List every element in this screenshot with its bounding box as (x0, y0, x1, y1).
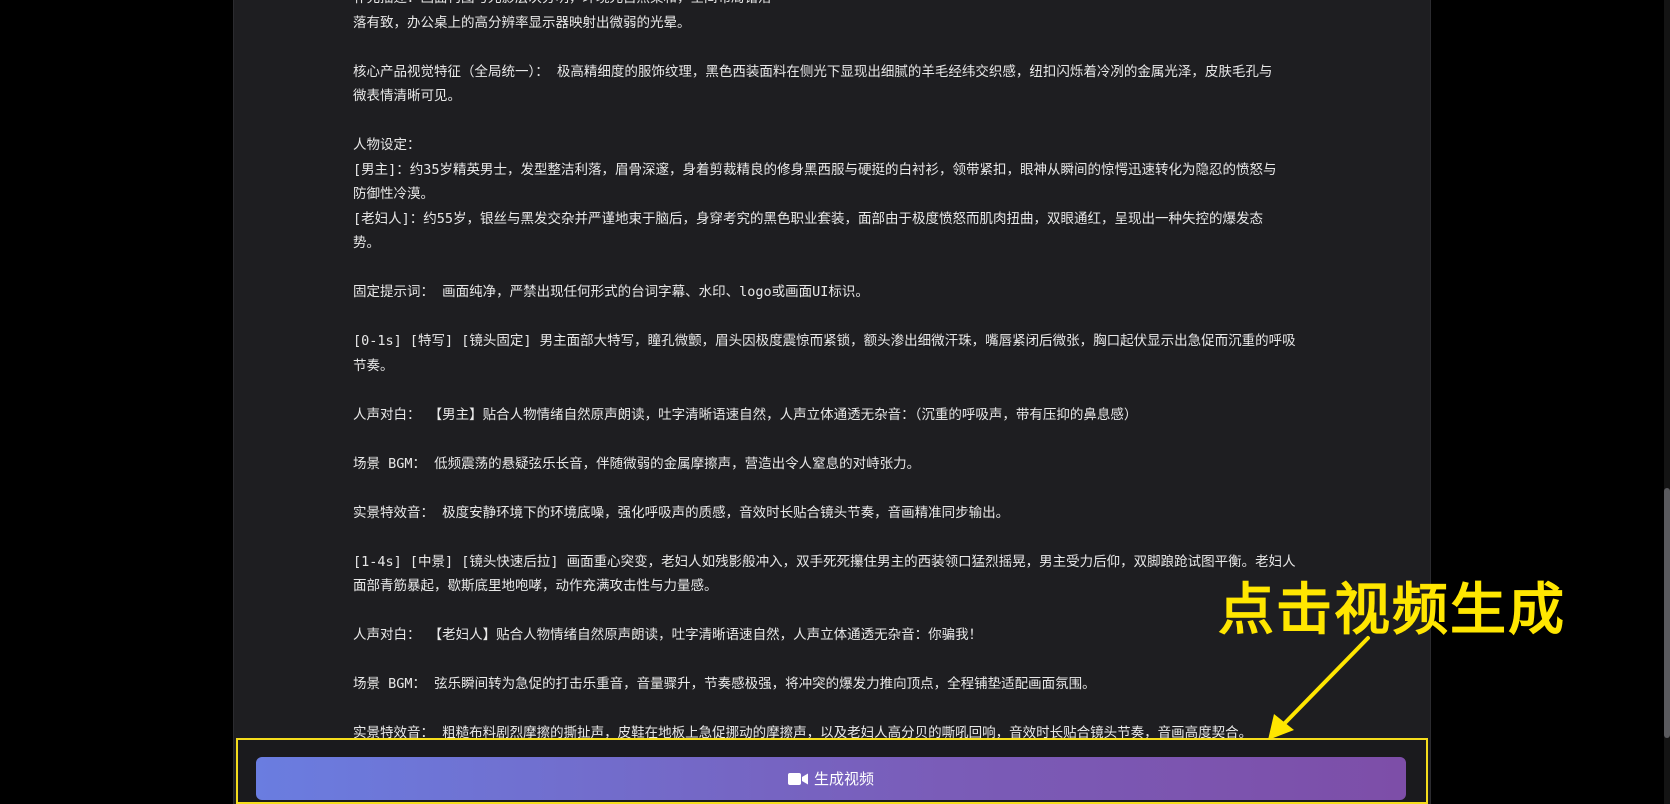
script-text-area: 补充描述：画面构图与光影层次分明，环境光自然柔和，空间布局错落落有致，办公桌上的… (353, 0, 1353, 770)
script-paragraph: 补充描述：画面构图与光影层次分明，环境光自然柔和，空间布局错落落有致，办公桌上的… (353, 0, 1353, 35)
video-camera-icon (787, 772, 808, 786)
script-line: 固定提示词： 画面纯净，严禁出现任何形式的台词字幕、水印、logo或画面UI标识… (353, 284, 869, 300)
script-line: [老妇人]：约55岁，银丝与黑发交杂并严谨地束于脑后，身穿考究的黑色职业套装，面… (353, 210, 1264, 227)
script-line: 面部青筋暴起，歇斯底里地咆哮，动作充满攻击性与力量感。 (353, 578, 718, 594)
annotation-arrow-icon (1268, 636, 1370, 740)
script-line: 场景 BGM： 弦乐瞬间转为急促的打击乐重音，音量骤升，节奏感极强，将冲突的爆发… (353, 676, 1096, 692)
script-line: 势。 (353, 235, 380, 251)
script-paragraph: 人声对白： 【男主】贴合人物情绪自然原声朗读，吐字清晰语速自然，人声立体通透无杂… (353, 403, 1353, 428)
script-line: 实景特效音： 极度安静环境下的环境底噪，强化呼吸声的质感，音效时长贴合镜头节奏，… (353, 504, 1010, 521)
script-paragraph: [0-1s] [特写] [镜头固定] 男主面部大特写，瞳孔微颤，眉头因极度震惊而… (353, 329, 1353, 378)
script-line: 落有致，办公桌上的高分辨率显示器映射出微弱的光晕。 (353, 14, 691, 31)
script-paragraph: 核心产品视觉特征（全局统一）： 极高精细度的服饰纹理，黑色西装面料在侧光下显现出… (353, 60, 1353, 109)
script-line: [1-4s] [中景] [镜头快速后拉] 画面重心突变，老妇人如残影般冲入，双手… (353, 553, 1296, 570)
script-line: 补充描述：画面构图与光影层次分明，环境光自然柔和，空间布局错落 (353, 0, 1353, 11)
script-paragraph: 人声对白： 【老妇人】贴合人物情绪自然原声朗读，吐字清晰语速自然，人声立体通透无… (353, 623, 1353, 648)
script-paragraph: 实景特效音： 极度安静环境下的环境底噪，强化呼吸声的质感，音效时长贴合镜头节奏，… (353, 501, 1353, 526)
script-line: 微表情清晰可见。 (353, 88, 461, 104)
generate-video-label: 生成视频 (813, 770, 874, 788)
page: 补充描述：画面构图与光影层次分明，环境光自然柔和，空间布局错落落有致，办公桌上的… (0, 0, 1670, 804)
script-paragraph: 人物设定： [男主]：约35岁精英男士，发型整洁利落，眉骨深邃，身着剪裁精良的修身… (353, 133, 1353, 256)
script-paragraph: [1-4s] [中景] [镜头快速后拉] 画面重心突变，老妇人如残影般冲入，双手… (353, 550, 1353, 599)
script-line: 人声对白： 【男主】贴合人物情绪自然原声朗读，吐字清晰语速自然，人声立体通透无杂… (353, 406, 1138, 423)
script-line: [0-1s] [特写] [镜头固定] 男主面部大特写，瞳孔微颤，眉头因极度震惊而… (353, 333, 1296, 349)
script-line: 防御性冷漠。 (353, 186, 434, 202)
script-line: 核心产品视觉特征（全局统一）： 极高精细度的服饰纹理，黑色西装面料在侧光下显现出… (353, 63, 1273, 80)
script-line: [男主]：约35岁精英男士，发型整洁利落，眉骨深邃，身着剪裁精良的修身黑西服与硬… (353, 161, 1277, 178)
scrollbar-thumb[interactable] (1664, 488, 1670, 738)
script-line: 节奏。 (353, 357, 394, 374)
script-paragraph: 场景 BGM： 弦乐瞬间转为急促的打击乐重音，音量骤升，节奏感极强，将冲突的爆发… (353, 672, 1353, 697)
script-line: 场景 BGM： 低频震荡的悬疑弦乐长音，伴随微弱的金属摩擦声，营造出令人窒息的对… (353, 455, 921, 472)
script-line: 人物设定： (353, 137, 421, 153)
script-paragraph: 固定提示词： 画面纯净，严禁出现任何形式的台词字幕、水印、logo或画面UI标识… (353, 280, 1353, 305)
script-line: 人声对白： 【老妇人】贴合人物情绪自然原声朗读，吐字清晰语速自然，人声立体通透无… (353, 627, 983, 643)
script-paragraph: 场景 BGM： 低频震荡的悬疑弦乐长音，伴随微弱的金属摩擦声，营造出令人窒息的对… (353, 452, 1353, 477)
generate-bar-highlight: 生成视频 (236, 738, 1428, 804)
generate-video-button[interactable]: 生成视频 (256, 757, 1406, 800)
